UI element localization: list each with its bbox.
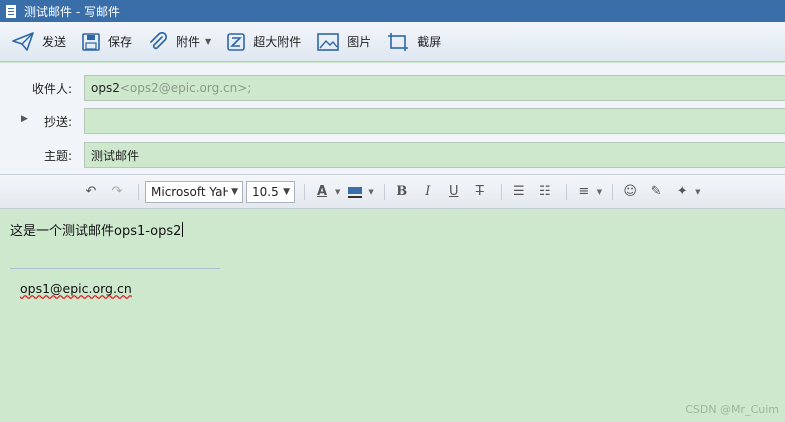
- window-titlebar: 测试邮件 - 写邮件: [0, 0, 785, 22]
- chevron-down-icon: ▼: [231, 186, 238, 197]
- paper-plane-icon: [12, 31, 34, 51]
- divider: [138, 183, 139, 200]
- divider: [500, 183, 502, 200]
- underline-icon[interactable]: U: [443, 181, 465, 203]
- attach-button[interactable]: 附件 ▼: [146, 28, 219, 56]
- signature-text: ops1@epic.org.cn: [20, 281, 132, 296]
- recipient-address: <ops2@epic.org.cn>;: [119, 81, 252, 95]
- chevron-down-icon: ▼: [205, 37, 212, 46]
- message-body[interactable]: 这是一个测试邮件ops1-ops2: [10, 220, 184, 239]
- image-icon: [317, 32, 340, 51]
- divider: [565, 183, 567, 200]
- save-button[interactable]: 保存: [80, 28, 140, 56]
- save-label: 保存: [108, 35, 133, 49]
- watermark: CSDN @Mr_Cuim: [685, 403, 779, 416]
- message-text: 这是一个测试邮件ops1-ops2: [10, 224, 182, 239]
- big-attach-button[interactable]: 超大附件: [225, 28, 309, 56]
- font-family-select[interactable]: Microsoft YaH ▼: [145, 180, 243, 203]
- redo-icon[interactable]: ↷: [106, 181, 128, 203]
- compose-header: 收件人: ops2 <ops2@epic.org.cn>; ▶ 抄送: 主题: …: [0, 63, 785, 175]
- chevron-down-icon[interactable]: ▼: [597, 188, 602, 196]
- align-icon[interactable]: ≡: [573, 181, 595, 203]
- format-toolbar: ↶ ↷ Microsoft YaH ▼ 10.5 ▼ A ▼ ▼ B I U T…: [0, 175, 785, 209]
- to-row: 收件人: ops2 <ops2@epic.org.cn>;: [0, 75, 785, 101]
- undo-icon[interactable]: ↶: [80, 181, 102, 203]
- cc-label: 抄送:: [43, 114, 72, 129]
- zip-file-icon: [227, 32, 246, 51]
- emoji-icon[interactable]: ☺: [619, 181, 641, 203]
- italic-icon[interactable]: I: [417, 181, 439, 203]
- bold-icon[interactable]: B: [391, 181, 413, 203]
- floppy-disk-icon: [82, 32, 100, 51]
- document-icon: [6, 4, 16, 18]
- divider: [383, 183, 385, 200]
- cc-row: ▶ 抄送:: [0, 108, 785, 134]
- divider: [304, 183, 305, 200]
- crop-icon: [388, 32, 409, 51]
- magic-wand-icon[interactable]: ✦: [671, 181, 693, 203]
- window-title: 测试邮件 - 写邮件: [24, 4, 120, 19]
- to-label: 收件人:: [31, 81, 72, 96]
- editor-body[interactable]: 这是一个测试邮件ops1-ops2 ops1@epic.org.cn CSDN …: [0, 209, 785, 422]
- text-cursor: [182, 222, 184, 237]
- screenshot-button[interactable]: 截屏: [385, 28, 449, 56]
- compose-toolbar: 发送 保存 附件 ▼ 超大附件 图片 截屏: [0, 22, 785, 62]
- signature-divider: [10, 268, 220, 269]
- subject-value: 测试邮件: [91, 148, 140, 163]
- big-attach-label: 超大附件: [253, 35, 302, 49]
- cc-field[interactable]: [84, 108, 785, 134]
- screenshot-label: 截屏: [417, 35, 442, 49]
- clear-format-icon[interactable]: ✎: [645, 181, 667, 203]
- font-size-select[interactable]: 10.5 ▼: [246, 180, 295, 203]
- numbered-list-icon[interactable]: ☷: [534, 181, 556, 203]
- chevron-down-icon: ▼: [283, 186, 290, 197]
- send-label: 发送: [42, 35, 67, 49]
- chevron-down-icon[interactable]: ▼: [695, 188, 700, 196]
- font-color-icon[interactable]: A: [311, 181, 333, 203]
- paperclip-icon: [150, 31, 168, 49]
- expand-triangle-icon[interactable]: ▶: [21, 114, 28, 124]
- attach-label: 附件: [176, 35, 201, 49]
- font-size-value: 10.5: [252, 184, 279, 199]
- divider: [612, 183, 614, 200]
- strikethrough-icon[interactable]: T: [469, 181, 491, 203]
- to-field[interactable]: ops2 <ops2@epic.org.cn>;: [84, 75, 785, 101]
- image-button[interactable]: 图片: [315, 28, 379, 56]
- font-family-value: Microsoft YaH: [151, 184, 229, 199]
- image-label: 图片: [347, 35, 372, 49]
- chevron-down-icon[interactable]: ▼: [368, 188, 373, 196]
- bullet-list-icon[interactable]: ☰: [508, 181, 530, 203]
- highlight-color-icon[interactable]: [344, 181, 366, 203]
- subject-field[interactable]: 测试邮件: [84, 142, 785, 168]
- subject-label: 主题:: [43, 148, 72, 163]
- chevron-down-icon[interactable]: ▼: [335, 188, 340, 196]
- subject-row: 主题: 测试邮件: [0, 142, 785, 168]
- recipient-name: ops2: [91, 81, 120, 95]
- send-button[interactable]: 发送: [10, 28, 74, 56]
- cc-label-wrap: ▶ 抄送:: [0, 113, 72, 130]
